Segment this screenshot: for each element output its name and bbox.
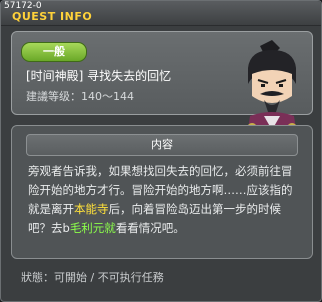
quest-description: 旁观者告诉我，如果想找回失去的回忆，必须前往冒险开始的地方才行。冒险开始的地方啊… [28,162,302,238]
quest-level-range: 建議等级：140～144 [26,90,134,103]
section-title-content: 内容 [26,134,298,156]
location-highlight-honnoji: 本能寺 [74,202,109,216]
quest-detail-panel: 内容 旁观者告诉我，如果想找回失去的回忆，必须前往冒险开始的地方才行。冒险开始的… [11,125,313,259]
quest-status: 狀態：可開始 / 不可执行任務 [21,271,164,284]
quest-info-window: 57172-0 QUEST INFO 一般 [时间神殿] 寻找失去的回忆 建議等… [0,0,322,302]
description-text: 看看情况吧。 [115,221,185,235]
title-bar[interactable]: 57172-0 QUEST INFO [1,1,321,26]
quest-category-badge: 一般 [21,42,87,62]
npc-highlight-mori: 毛利元就 [69,221,116,235]
quest-summary-panel: 一般 [时间神殿] 寻找失去的回忆 建議等级：140～144 [11,31,313,142]
quest-name: [时间神殿] 寻找失去的回忆 [26,69,172,83]
window-title: QUEST INFO [12,10,93,23]
